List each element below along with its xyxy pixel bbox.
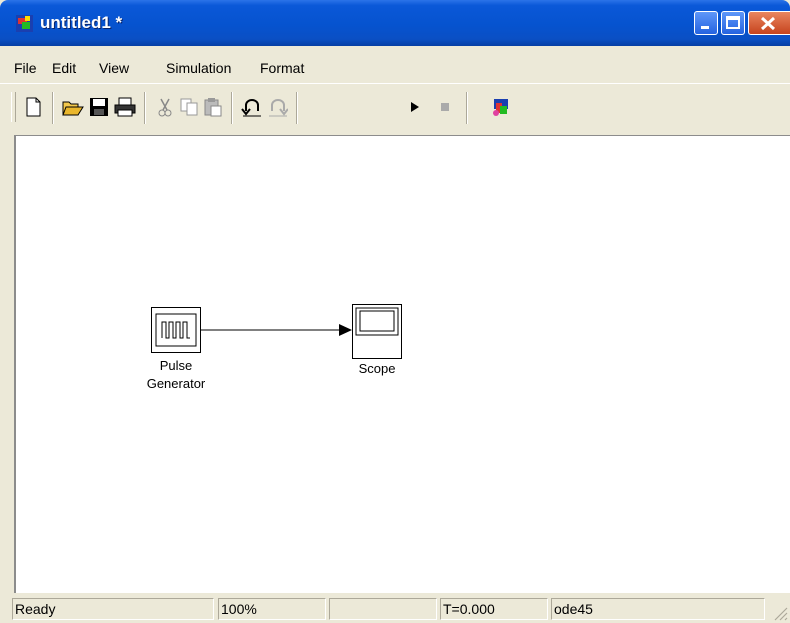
redo-button[interactable] [266, 95, 288, 119]
new-button[interactable] [22, 95, 44, 119]
library-browser-icon [493, 99, 508, 116]
toolbar-separator [144, 92, 146, 124]
minimize-button[interactable] [694, 11, 718, 35]
toolbar-separator [296, 92, 298, 124]
print-icon [114, 97, 136, 117]
start-simulation-button[interactable] [404, 95, 426, 119]
status-zoom: 100% [218, 598, 326, 620]
close-button[interactable] [748, 11, 790, 35]
simulink-window: untitled1 * File Edit View Simulation Fo… [0, 0, 790, 623]
open-button[interactable] [62, 95, 84, 119]
paste-button[interactable] [202, 95, 224, 119]
new-icon [26, 97, 41, 117]
title-bar[interactable]: untitled1 * [0, 0, 790, 46]
status-solver: ode45 [551, 598, 765, 620]
scope-block[interactable] [352, 304, 402, 359]
close-icon [760, 16, 776, 31]
open-icon [62, 101, 84, 116]
pulse-generator-label-line1: Pulse [159, 358, 193, 373]
copy-button[interactable] [178, 95, 200, 119]
status-bar: Ready 100% T=0.000 ode45 [0, 593, 790, 623]
menu-bar: File Edit View Simulation Format [0, 46, 790, 83]
toolbar-separator [231, 92, 233, 124]
redo-icon [269, 99, 288, 117]
minimize-icon [701, 26, 709, 29]
undo-icon [241, 99, 261, 117]
toolbar [0, 83, 790, 134]
toolbar-separator [466, 92, 468, 124]
maximize-icon [726, 16, 740, 29]
pulse-wave-icon [155, 313, 197, 347]
menu-view[interactable]: View [99, 60, 129, 76]
menu-format[interactable]: Format [260, 60, 304, 76]
stop-simulation-icon [441, 103, 449, 111]
simulink-model-icon [16, 15, 33, 32]
pulse-generator-label-line2: Generator [146, 376, 206, 391]
copy-icon [180, 98, 198, 116]
save-icon [90, 98, 108, 116]
maximize-button[interactable] [721, 11, 745, 35]
start-simulation-icon [411, 102, 419, 112]
toolbar-grip[interactable] [11, 92, 16, 122]
cut-icon [158, 98, 172, 117]
scope-label: Scope [358, 361, 396, 376]
undo-button[interactable] [240, 95, 262, 119]
resize-grip-icon[interactable] [772, 605, 788, 621]
status-empty-cell [329, 598, 437, 620]
status-state: Ready [12, 598, 214, 620]
menu-edit[interactable]: Edit [52, 60, 76, 76]
status-time: T=0.000 [440, 598, 548, 620]
signal-line[interactable] [201, 322, 353, 338]
arrow-head-icon [339, 324, 352, 336]
window-title: untitled1 * [40, 13, 123, 32]
save-button[interactable] [88, 95, 110, 119]
print-button[interactable] [114, 95, 136, 119]
cut-button[interactable] [154, 95, 176, 119]
pulse-generator-label: Pulse Generator [134, 357, 218, 393]
pulse-generator-block[interactable] [151, 307, 201, 353]
stop-simulation-button[interactable] [434, 95, 456, 119]
menu-file[interactable]: File [14, 60, 37, 76]
library-browser-button[interactable] [490, 95, 512, 119]
toolbar-separator [52, 92, 54, 124]
menu-simulation[interactable]: Simulation [166, 60, 231, 76]
paste-icon [204, 98, 222, 117]
scope-screen-icon [355, 307, 399, 336]
model-canvas[interactable]: Pulse Generator Scope [14, 135, 790, 593]
